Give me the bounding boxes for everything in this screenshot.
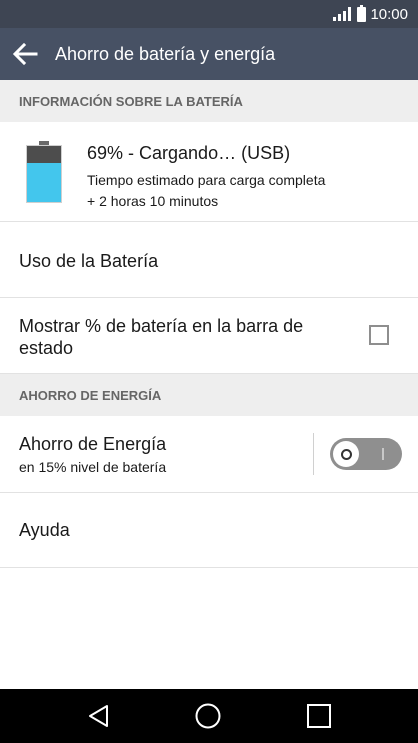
nav-recents-button[interactable]: [289, 689, 349, 743]
battery-usage-item[interactable]: Uso de la Batería: [0, 222, 418, 298]
show-percent-checkbox[interactable]: [369, 325, 389, 345]
back-button[interactable]: [0, 28, 50, 80]
section-header-battery-info: INFORMACIÓN SOBRE LA BATERÍA: [0, 80, 418, 122]
nav-recents-icon: [307, 704, 331, 728]
energy-saver-title: Ahorro de Energía: [19, 434, 167, 454]
show-percent-label-line1: Mostrar % de batería en la barra de: [19, 316, 304, 336]
show-percent-label-line2: estado: [19, 338, 74, 358]
signal-icon: [333, 7, 352, 21]
help-label: Ayuda: [19, 520, 70, 540]
section-header-energy-saving: AHORRO DE ENERGÍA: [0, 374, 418, 416]
show-percent-label: Mostrar % de batería en la barra de esta…: [19, 315, 303, 359]
nav-back-icon: [89, 705, 108, 727]
toggle-knob: [333, 441, 359, 467]
nav-home-icon: [195, 703, 221, 729]
battery-estimate-label: Tiempo estimado para carga completa: [87, 172, 326, 188]
toggle-on-mark: [382, 448, 384, 460]
help-item[interactable]: Ayuda: [0, 493, 418, 568]
battery-status-text: 69% - Cargando… (USB): [87, 143, 291, 163]
nav-home-button[interactable]: [178, 689, 238, 743]
navigation-bar: [0, 689, 418, 743]
energy-saver-toggle[interactable]: [330, 438, 402, 470]
battery-status-icon: [357, 4, 367, 22]
nav-back-button[interactable]: [69, 689, 129, 743]
back-arrow-icon: [12, 43, 38, 65]
status-time: 10:00: [370, 5, 408, 23]
status-bar: 10:00: [0, 0, 418, 28]
show-percent-item[interactable]: Mostrar % de batería en la barra de esta…: [0, 298, 418, 374]
vertical-divider: [313, 433, 314, 475]
page-title: Ahorro de batería y energía: [55, 43, 276, 64]
battery-usage-label: Uso de la Batería: [19, 251, 159, 271]
battery-estimate-value: + 2 horas 10 minutos: [87, 193, 219, 209]
energy-saver-subtitle: en 15% nivel de batería: [19, 459, 167, 475]
battery-level-icon: [26, 141, 62, 203]
app-bar: Ahorro de batería y energía: [0, 28, 418, 80]
battery-level-fill: [27, 163, 61, 202]
